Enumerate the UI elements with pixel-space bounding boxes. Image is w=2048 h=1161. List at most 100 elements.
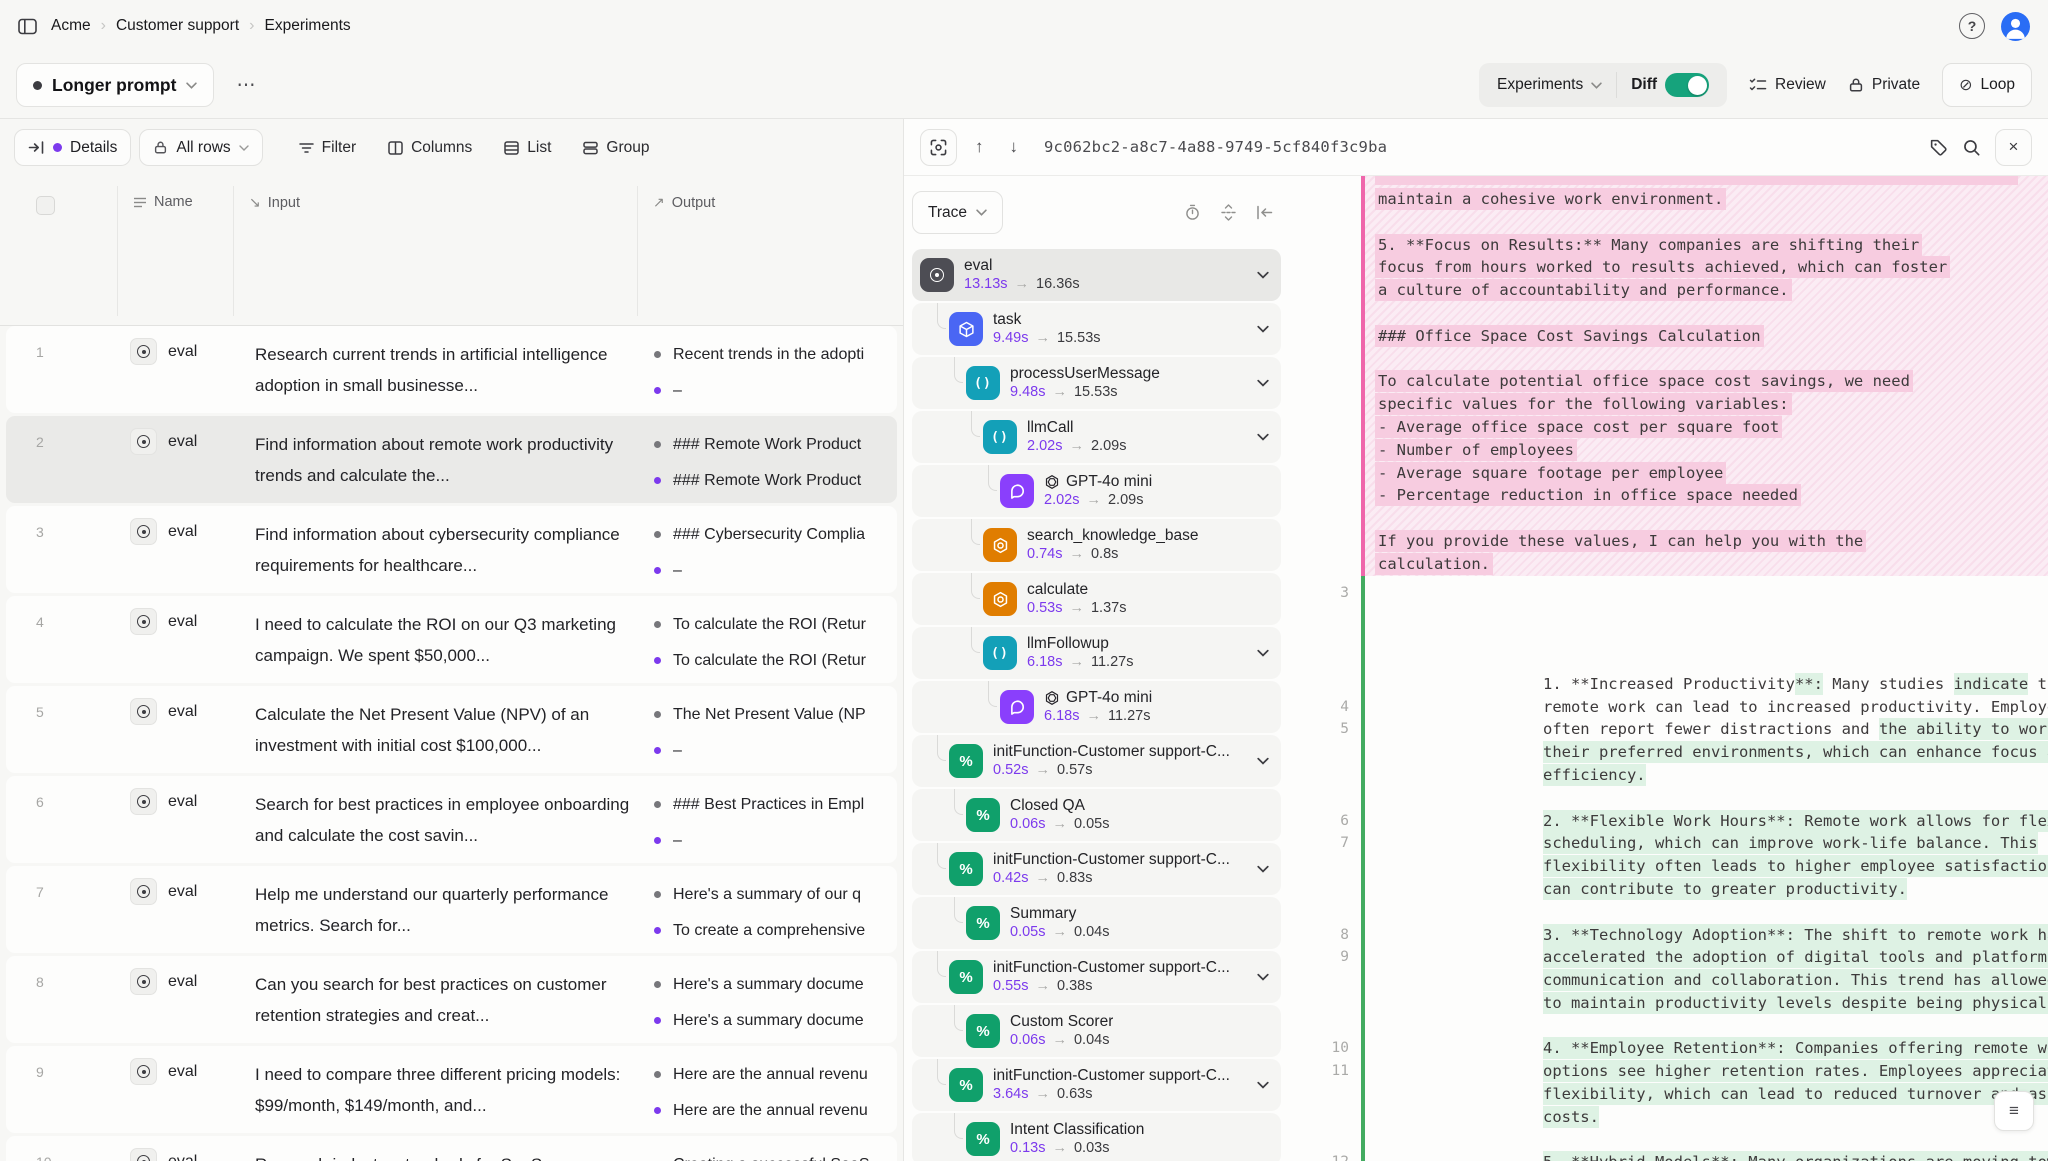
chevron-down-icon[interactable] <box>1257 757 1269 765</box>
table-row[interactable]: 4 eval I need to calculate the ROI on ou… <box>6 596 897 683</box>
trace-span-row[interactable]: () % Custom Scorer <box>912 1005 1281 1057</box>
timing-icon[interactable] <box>1184 204 1201 221</box>
experiment-more-button[interactable]: ⋯ <box>228 70 264 101</box>
output-bullet-gray <box>654 801 661 808</box>
table-row[interactable]: 6 eval Search for best practices in empl… <box>6 776 897 863</box>
trace-span-row[interactable]: () % initFunction-Customer support <box>912 735 1281 787</box>
function-icon: () <box>991 430 1009 445</box>
column-header-name[interactable]: Name <box>133 194 193 210</box>
details-button[interactable]: Details <box>14 129 131 166</box>
span-name: Summary <box>1010 905 1109 923</box>
avatar[interactable] <box>2001 12 2030 41</box>
table-row[interactable]: 5 eval Calculate the Net Present Value (… <box>6 686 897 773</box>
chevron-down-icon[interactable] <box>1257 271 1269 279</box>
diff-toggle[interactable] <box>1665 73 1709 97</box>
chevron-down-icon[interactable] <box>1257 379 1269 387</box>
group-icon <box>583 141 598 155</box>
row-input-cell: Search for best practices in employee on… <box>255 789 639 851</box>
column-header-input[interactable]: ↘ Input <box>249 194 300 211</box>
table-row[interactable]: 10 eval Research industry standards for … <box>6 1136 897 1161</box>
next-row-button[interactable]: ↓ <box>1002 133 1027 161</box>
search-icon[interactable] <box>1962 138 1981 157</box>
diff-removed-line: - Percentage reduction in office space n… <box>1289 484 2048 507</box>
table-row[interactable]: 2 eval Find information about remote wor… <box>6 416 897 503</box>
private-button[interactable]: Private <box>1848 76 1920 94</box>
tree-connector <box>954 1113 963 1139</box>
details-label: Details <box>70 139 117 157</box>
expand-all-icon[interactable] <box>1221 204 1236 221</box>
span-name: calculate <box>1027 581 1126 599</box>
text-icon <box>133 197 147 208</box>
trace-span-row[interactable]: () % initFunction-Customer support <box>912 1059 1281 1111</box>
trace-span-row[interactable]: () % calculate <box>912 573 1281 625</box>
select-all-checkbox[interactable] <box>36 196 55 215</box>
chevron-down-icon[interactable] <box>1257 1081 1269 1089</box>
trace-span-row[interactable]: () % Intent Classification <box>912 1113 1281 1161</box>
row-name-cell: eval <box>130 428 197 455</box>
trace-span-row[interactable]: () % Summary <box>912 897 1281 949</box>
table-row[interactable]: 3 eval Find information about cybersecur… <box>6 506 897 593</box>
collapse-panel-icon[interactable] <box>1256 205 1273 220</box>
tag-icon[interactable] <box>1929 138 1948 157</box>
trace-span-row[interactable]: () % initFunction-Customer support <box>912 951 1281 1003</box>
chevron-down-icon[interactable] <box>1257 865 1269 873</box>
view-mode-dropdown[interactable]: Experiments <box>1483 63 1616 107</box>
trace-span-row[interactable]: () % eval <box>912 249 1281 301</box>
trace-span-row[interactable]: () % GPT-4o mini <box>912 465 1281 517</box>
breadcrumb-item-acme[interactable]: Acme <box>51 17 91 35</box>
chevron-down-icon <box>1591 82 1602 89</box>
filter-button[interactable]: Filter <box>287 129 368 166</box>
review-button[interactable]: Review <box>1749 76 1826 94</box>
experiment-header-row: Longer prompt ⋯ Experiments Diff Review <box>0 52 2048 118</box>
row-name-cell: eval <box>130 1058 197 1085</box>
table-row[interactable]: 7 eval Help me understand our quarterly … <box>6 866 897 953</box>
trace-view-dropdown[interactable]: Trace <box>912 191 1003 234</box>
diff-removed-line: focus from hours worked to results achie… <box>1289 256 2048 279</box>
tool-icon <box>992 537 1009 554</box>
loop-button[interactable]: ⊘ Loop <box>1942 63 2032 107</box>
trace-span-row[interactable]: () % GPT-4o mini <box>912 681 1281 733</box>
sidebar-toggle-icon[interactable] <box>18 18 37 35</box>
trace-span-row[interactable]: () % search_knowledge_base <box>912 519 1281 571</box>
row-output-cell: Here's a summary of our q To create a co… <box>654 882 897 954</box>
column-header-output[interactable]: ↗ Output <box>653 194 715 211</box>
table-row[interactable]: 8 eval Can you search for best practices… <box>6 956 897 1043</box>
breadcrumb-item-experiments[interactable]: Experiments <box>264 17 350 35</box>
previous-row-button[interactable]: ↑ <box>967 133 992 161</box>
close-panel-button[interactable]: × <box>1995 129 2032 166</box>
chevron-down-icon[interactable] <box>1257 325 1269 333</box>
diff-removed-line: 5. **Focus on Results:** Many companies … <box>1289 234 2048 257</box>
chevron-down-icon[interactable] <box>1257 973 1269 981</box>
chevron-down-icon[interactable] <box>1257 649 1269 657</box>
column-separator <box>637 186 638 316</box>
span-type-icon: () % <box>966 1122 1000 1156</box>
help-icon[interactable]: ? <box>1959 13 1985 39</box>
span-type-icon: () % <box>949 744 983 778</box>
experiment-selector[interactable]: Longer prompt <box>16 63 214 107</box>
expand-trace-button[interactable] <box>920 129 957 166</box>
table-toolbar: Details All rows Filter Columns <box>0 119 903 176</box>
breadcrumb-item-customer-support[interactable]: Customer support <box>116 17 239 35</box>
group-button[interactable]: Group <box>571 129 661 166</box>
columns-button[interactable]: Columns <box>376 129 484 166</box>
all-rows-dropdown[interactable]: All rows <box>139 129 262 166</box>
all-rows-label: All rows <box>176 139 230 157</box>
eval-icon <box>130 428 157 455</box>
tree-connector <box>937 735 946 761</box>
diff-options-button[interactable]: ≡ <box>1994 1091 2034 1131</box>
trace-span-row[interactable]: () % Closed QA <box>912 789 1281 841</box>
main-area: Details All rows Filter Columns <box>0 118 2048 1161</box>
checklist-icon <box>1749 77 1767 93</box>
trace-span-row[interactable]: () % initFunction-Customer support <box>912 843 1281 895</box>
row-number: 2 <box>36 434 44 450</box>
trace-span-row[interactable]: () % llmFollowup <box>912 627 1281 679</box>
row-input-cell: Find information about cybersecurity com… <box>255 519 639 581</box>
list-button[interactable]: List <box>492 129 563 166</box>
table-row[interactable]: 9 eval I need to compare three different… <box>6 1046 897 1133</box>
trace-span-row[interactable]: () % llmCall <box>912 411 1281 463</box>
trace-span-row[interactable]: () % processUserMessage <box>912 357 1281 409</box>
trace-span-row[interactable]: () % task <box>912 303 1281 355</box>
chevron-down-icon[interactable] <box>1257 433 1269 441</box>
table-row[interactable]: 1 eval Research current trends in artifi… <box>6 326 897 413</box>
row-input-cell: Find information about remote work produ… <box>255 429 639 491</box>
